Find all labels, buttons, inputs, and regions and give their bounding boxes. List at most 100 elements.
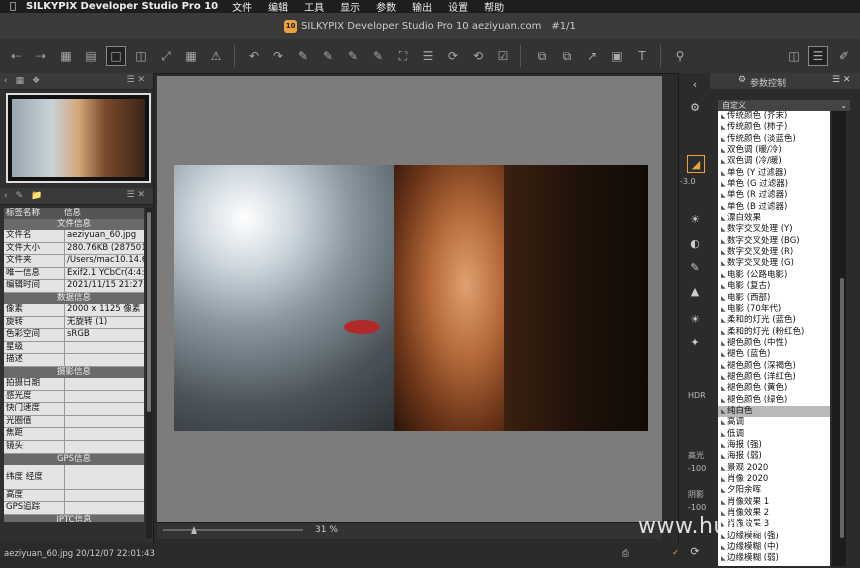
app-menu[interactable]: SILKYPIX Developer Studio Pro 10 xyxy=(26,1,218,12)
preset-item[interactable]: ◣褪色颜色 (中性) xyxy=(718,338,830,349)
filmstrip-view-icon[interactable]: ▤ xyxy=(81,46,101,66)
preset-item[interactable]: ◣褪色颜色 (绿色) xyxy=(718,395,830,406)
control-panel-scrollbar[interactable] xyxy=(840,278,844,538)
preset-item[interactable]: ◣褪色颜色 (深褐色) xyxy=(718,361,830,372)
info-row[interactable]: 色彩空间 sRGB xyxy=(4,329,144,342)
preset-item[interactable]: ◣传统颜色 (柿子) xyxy=(718,122,830,133)
gray-dropper-icon[interactable]: ✎ xyxy=(343,46,363,66)
menu-output[interactable]: 输出 xyxy=(412,0,432,14)
preset-dropdown-list[interactable]: ◣传统颜色 (芥末) ◣传统颜色 (柿子) ◣传统颜色 (淡蓝色) ◣双色调 (暖/冷… xyxy=(718,111,830,566)
preset-item[interactable]: ◣边缘模糊 (弱) xyxy=(718,553,830,564)
preset-item[interactable]: ◣褪色 (蓝色) xyxy=(718,349,830,360)
brightness-icon[interactable]: ☀ xyxy=(687,211,703,227)
preset-item[interactable]: ◣传统颜色 (淡蓝色) xyxy=(718,134,830,145)
menu-edit[interactable]: 编辑 xyxy=(268,0,288,14)
preset-item[interactable]: ◣柔和的灯光 (粉红色) xyxy=(718,327,830,338)
contrast-icon[interactable]: ◐ xyxy=(687,235,703,251)
highlight-icon[interactable]: ☀ xyxy=(687,311,703,327)
preset-item[interactable]: ◣单色 (Y 过滤器) xyxy=(718,168,830,179)
info-row[interactable]: 感光度 xyxy=(4,390,144,404)
preset-item[interactable]: ◣电影 (公路电影) xyxy=(718,270,830,281)
panel-menu-icon[interactable]: ☰ ✕ xyxy=(127,75,145,85)
paste-params-icon[interactable]: ⧉ xyxy=(557,46,577,66)
info-row[interactable]: 快门速度 xyxy=(4,403,144,416)
preset-item[interactable]: ◣海报 (强) xyxy=(718,440,830,451)
refresh-icon[interactable]: ⟳ xyxy=(687,543,703,559)
preset-item[interactable]: ◣漂白效果 xyxy=(718,213,830,224)
info-scrollbar[interactable] xyxy=(146,208,152,538)
right-panel-menu-icon[interactable]: ☰ ✕ xyxy=(832,75,850,85)
preset-item[interactable]: ◣褪色颜色 (洋红色) xyxy=(718,372,830,383)
preset-item[interactable]: ◣双色调 (冷/暖) xyxy=(718,156,830,167)
info-row[interactable]: 拍摄日期 xyxy=(4,377,144,391)
white-balance-dropper-icon[interactable]: ✎ xyxy=(318,46,338,66)
preset-item[interactable]: ◣电影 (复古) xyxy=(718,281,830,292)
info-row[interactable]: 旋转 无旋转 (1) xyxy=(4,316,144,330)
sharpness-icon[interactable]: ▲ xyxy=(687,283,703,299)
brush-icon[interactable]: ✐ xyxy=(834,46,854,66)
preset-item[interactable]: ◣纯白色 xyxy=(718,405,830,418)
grid-icon[interactable]: ▦ xyxy=(181,46,201,66)
info-row[interactable]: 高度 xyxy=(4,489,144,503)
menu-help[interactable]: 帮助 xyxy=(484,0,504,14)
warning-icon[interactable]: ⚠ xyxy=(206,46,226,66)
develop-icon[interactable]: ▣ xyxy=(607,46,627,66)
clarity-icon[interactable]: ✦ xyxy=(687,334,703,350)
text-tool-icon[interactable]: T xyxy=(632,46,652,66)
collapse-left-icon[interactable]: ‹ xyxy=(4,76,8,86)
wb-dropper-icon[interactable]: ✎ xyxy=(687,259,703,275)
info-row[interactable]: 编辑时间2021/11/15 21:27:09 xyxy=(4,280,144,293)
control-panel-toggle-icon[interactable]: ☰ xyxy=(808,46,828,66)
preset-item[interactable]: ◣数字交叉处理 (Y) xyxy=(718,224,830,235)
copy-params-icon[interactable]: ⧉ xyxy=(532,46,552,66)
preview-image[interactable] xyxy=(174,165,648,431)
collapse-info-icon[interactable]: ‹ xyxy=(4,191,8,201)
preset-item[interactable]: ◣高调 xyxy=(718,417,830,428)
preset-item[interactable]: ◣边缘模糊 (中) xyxy=(718,542,830,553)
preview-area[interactable] xyxy=(157,76,662,522)
preset-item[interactable]: ◣电影 (西部) xyxy=(718,293,830,304)
export-icon[interactable]: ↗ xyxy=(582,46,602,66)
thumbnail-view-icon[interactable]: ▦ xyxy=(56,46,76,66)
menu-params[interactable]: 参数 xyxy=(376,0,396,14)
preset-item[interactable]: ◣肖像效果 1 xyxy=(718,497,830,508)
settings-gear-icon[interactable]: ⚙ xyxy=(687,99,703,115)
folder-tab-icon[interactable]: 📁 xyxy=(31,191,42,201)
preset-item[interactable]: ◣数字交叉处理 (R) xyxy=(718,247,830,258)
preset-item[interactable]: ◣景观 2020 xyxy=(718,463,830,474)
info-row[interactable]: 星级 xyxy=(4,341,144,355)
exposure-icon[interactable]: ◢ xyxy=(687,155,705,173)
info-row[interactable]: 文件夹/Users/mac10.14.6/C xyxy=(4,255,144,268)
preset-item[interactable]: ◣海报 (弱) xyxy=(718,451,830,462)
collapse-right-icon[interactable]: ‹ xyxy=(687,76,703,92)
preview-view-icon[interactable]: □ xyxy=(106,46,126,66)
preset-item[interactable]: ◣数字交叉处理 (BG) xyxy=(718,236,830,247)
fullscreen-icon[interactable]: ⤢ xyxy=(156,46,176,66)
rotate-icon[interactable]: ⟳ xyxy=(443,46,463,66)
navigator-thumbnail[interactable] xyxy=(6,93,151,183)
approve-icon[interactable]: ☑ xyxy=(493,46,513,66)
preset-item[interactable]: ◣夕阳余晖 xyxy=(718,485,830,496)
preset-item[interactable]: ◣柔和的灯光 (蓝色) xyxy=(718,315,830,326)
menu-tools[interactable]: 工具 xyxy=(304,0,324,14)
preset-item[interactable]: ◣单色 (B 过滤器) xyxy=(718,202,830,213)
info-panel-menu-icon[interactable]: ☰ ✕ xyxy=(127,190,145,200)
info-row[interactable]: 文件名 aeziyuan_60.jpg xyxy=(4,230,144,243)
info-row[interactable]: 文件大小 280.76KB (287501B xyxy=(4,242,144,256)
apple-icon[interactable]:  xyxy=(0,1,26,12)
rotate-right-icon[interactable]: ⟲ xyxy=(468,46,488,66)
redo-icon[interactable]: ↷ xyxy=(268,46,288,66)
layers-icon[interactable]: ☰ xyxy=(418,46,438,66)
info-row[interactable]: 焦距 xyxy=(4,428,144,441)
preset-item[interactable]: ◣电影 (70年代) xyxy=(718,304,830,315)
panel-layout-icon[interactable]: ◫ xyxy=(784,46,804,66)
menu-view[interactable]: 显示 xyxy=(340,0,360,14)
preset-item[interactable]: ◣数字交叉处理 (G) xyxy=(718,258,830,269)
info-row[interactable]: 描述 xyxy=(4,354,144,367)
color-dropper-icon[interactable]: ✎ xyxy=(368,46,388,66)
info-row[interactable]: 唯一信息 Exif2.1 YCbCr(4:4:4 xyxy=(4,267,144,281)
preset-item[interactable]: ◣低调 xyxy=(718,429,830,440)
info-row[interactable]: 纬度 经度 xyxy=(4,464,144,490)
preset-item[interactable]: ◣单色 (G 过滤器) xyxy=(718,179,830,190)
image-tab-icon[interactable]: ▦ xyxy=(16,76,25,86)
